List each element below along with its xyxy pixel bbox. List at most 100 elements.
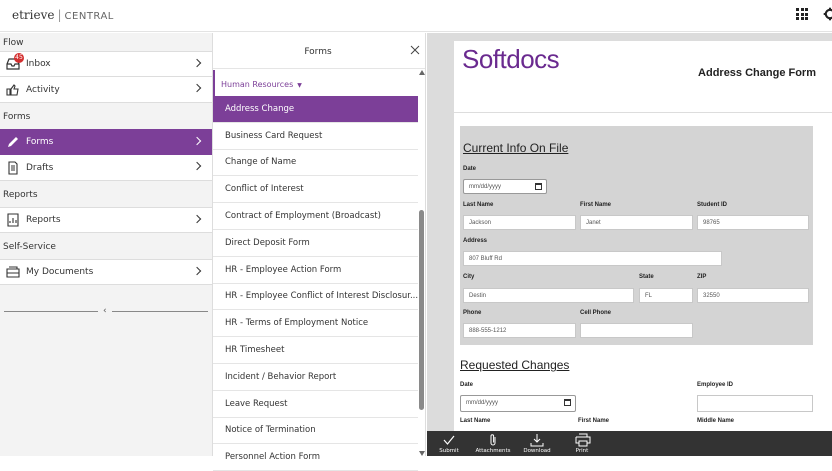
print-button[interactable]: Print — [562, 431, 602, 456]
reports-icon — [6, 213, 20, 227]
close-icon[interactable] — [410, 45, 420, 55]
form-list-item[interactable]: HR - Terms of Employment Notice — [213, 310, 418, 338]
current-city-field[interactable]: Destin — [463, 288, 634, 303]
app-logo[interactable]: etrieve | CENTRAL — [12, 8, 114, 22]
requested-last-name-label: Last Name — [460, 418, 491, 424]
current-phone-field[interactable]: 888-555-1212 — [463, 323, 576, 338]
pencil-icon — [6, 135, 20, 149]
gear-icon[interactable] — [823, 7, 832, 21]
form-list-item[interactable]: Personnel Action Form — [213, 444, 418, 471]
sidebar-item-label: Forms — [26, 137, 54, 147]
collapse-sidebar-button[interactable]: ‹ — [0, 307, 212, 317]
current-student-id-field[interactable]: 98765 — [697, 215, 809, 230]
current-cell-phone-field[interactable] — [580, 323, 693, 338]
sidebar-item-label: Drafts — [26, 162, 54, 173]
product-name: CENTRAL — [64, 11, 114, 22]
requested-employee-id-field[interactable] — [697, 395, 813, 412]
current-date-field[interactable]: mm/dd/yyyy — [463, 179, 547, 194]
section-title-flow: Flow — [3, 38, 24, 48]
form-list-item[interactable]: Incident / Behavior Report — [213, 364, 418, 391]
requested-middle-name-label: Middle Name — [697, 418, 735, 424]
current-state-field[interactable]: FL — [639, 288, 693, 303]
chevron-right-icon — [192, 266, 202, 276]
printer-icon — [575, 433, 591, 447]
scroll-up-icon[interactable] — [419, 70, 425, 75]
current-address-field[interactable]: 807 Bluff Rd — [463, 251, 722, 266]
section-title-reports: Reports — [3, 190, 38, 200]
sidebar-item-label: Activity — [26, 84, 60, 95]
form-list-item[interactable]: Conflict of Interest — [213, 176, 418, 204]
current-info-section: Current Info On File Date mm/dd/yyyy Las… — [460, 126, 813, 345]
student-id-label: Student ID — [697, 202, 727, 208]
logo-separator: | — [57, 8, 62, 22]
forms-list: Address Change Business Card Request Chang… — [213, 96, 418, 471]
document-viewer: Softdocs Address Change Form Current Inf… — [427, 33, 832, 431]
requested-first-name-label: First Name — [578, 418, 610, 424]
current-last-name-field[interactable]: Jackson — [463, 215, 576, 230]
date-label: Date — [463, 166, 477, 172]
sidebar-item-activity[interactable]: Activity — [0, 77, 212, 103]
section-title-forms: Forms — [3, 112, 31, 122]
form-list-item[interactable]: Contract of Employment (Broadcast) — [213, 203, 418, 230]
divider — [4, 311, 98, 312]
calendar-icon[interactable] — [535, 183, 542, 190]
forms-scrollbar[interactable] — [419, 70, 425, 456]
date-placeholder: mm/dd/yyyy — [469, 184, 502, 190]
sidebar-item-my-documents[interactable]: My Documents — [0, 259, 212, 285]
sidebar-item-inbox[interactable]: 45 Inbox — [0, 51, 212, 77]
form-list-item[interactable]: Notice of Termination — [213, 418, 418, 445]
inbox-icon: 45 — [6, 53, 24, 71]
scrollbar-thumb[interactable] — [419, 210, 424, 410]
state-label: State — [639, 274, 654, 280]
inbox-badge: 45 — [14, 53, 24, 63]
brand-name: etrieve — [12, 8, 55, 22]
sidebar-item-drafts[interactable]: Drafts — [0, 155, 212, 181]
scroll-down-icon[interactable] — [419, 451, 425, 456]
form-list-item[interactable]: Direct Deposit Form — [213, 230, 418, 257]
form-list-item[interactable]: HR Timesheet — [213, 337, 418, 364]
divider — [112, 311, 208, 312]
chevron-left-icon: ‹ — [103, 306, 107, 316]
chevron-right-icon — [192, 58, 202, 68]
form-list-item[interactable]: Address Change — [213, 96, 418, 123]
checkmark-icon — [443, 435, 455, 445]
download-label: Download — [523, 448, 551, 454]
form-list-item[interactable]: HR - Employee Action Form — [213, 257, 418, 284]
drafts-icon — [6, 160, 20, 175]
current-first-name-field[interactable]: Janet — [580, 215, 693, 230]
activity-icon — [6, 83, 20, 97]
zip-label: ZIP — [697, 274, 707, 280]
calendar-icon[interactable] — [564, 399, 571, 406]
forms-panel-title: Forms — [304, 47, 332, 57]
phone-label: Phone — [463, 310, 482, 316]
sidebar-item-reports[interactable]: Reports — [0, 207, 212, 233]
documents-icon — [6, 265, 20, 279]
last-name-label: Last Name — [463, 202, 494, 208]
softdocs-logo: Softdocs — [462, 44, 560, 74]
requested-date-label: Date — [460, 382, 474, 388]
requested-date-field[interactable]: mm/dd/yyyy — [460, 395, 576, 412]
current-info-heading: Current Info On File — [463, 141, 569, 155]
address-label: Address — [463, 238, 488, 244]
print-label: Print — [575, 448, 589, 454]
form-list-item[interactable]: Leave Request — [213, 391, 418, 418]
form-page: Softdocs Address Change Form Current Inf… — [454, 41, 832, 431]
apps-grid-icon[interactable] — [796, 8, 808, 20]
requested-changes-heading: Requested Changes — [460, 358, 570, 372]
submit-button[interactable]: Submit — [429, 431, 469, 456]
attachments-button[interactable]: Attachments — [473, 431, 513, 456]
city-label: City — [463, 274, 475, 280]
form-list-item[interactable]: HR - Employee Conflict of Interest Discl… — [213, 284, 418, 311]
current-zip-field[interactable]: 32550 — [697, 288, 809, 303]
sidebar-item-label: Inbox — [26, 59, 51, 69]
date-placeholder: mm/dd/yyyy — [466, 400, 499, 406]
submit-label: Submit — [439, 448, 459, 454]
form-list-item[interactable]: Change of Name — [213, 150, 418, 177]
sidebar-item-forms[interactable]: Forms — [0, 129, 212, 155]
form-list-item[interactable]: Business Card Request — [213, 123, 418, 150]
download-button[interactable]: Download — [517, 431, 557, 456]
chevron-right-icon — [192, 161, 202, 171]
attachments-label: Attachments — [475, 448, 511, 454]
forms-panel: Forms Human Resources ▼ Address Change Bus… — [212, 33, 426, 471]
category-dropdown[interactable]: Human Resources ▼ — [213, 70, 418, 96]
